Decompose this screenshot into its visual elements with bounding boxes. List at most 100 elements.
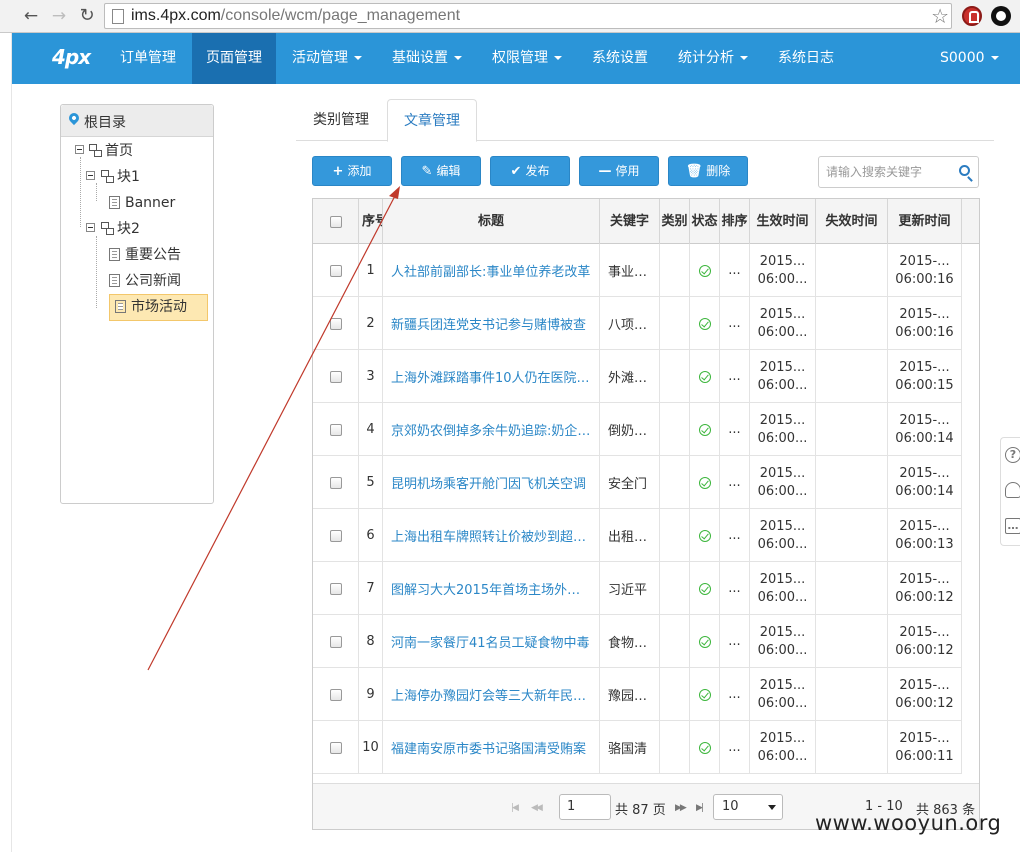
tree-node-block2[interactable]: 块2 (101, 218, 140, 240)
disable-button[interactable]: — 停用 (579, 156, 659, 186)
tab-category-management[interactable]: 类别管理 (297, 99, 385, 141)
last-page-icon[interactable]: ▶| (696, 803, 704, 813)
row-checkbox[interactable] (329, 370, 342, 383)
row-checkbox[interactable] (329, 582, 342, 595)
col-header-effective-time[interactable]: 生效时间 (750, 199, 816, 244)
support-agent-icon[interactable] (1005, 482, 1020, 498)
bookmark-star-icon[interactable]: ☆ (931, 5, 949, 27)
tree-node-home[interactable]: 首页 (89, 140, 133, 162)
row-checkbox[interactable] (329, 529, 342, 542)
address-bar[interactable]: ims.4px.com/console/wcm/page_management … (104, 3, 952, 29)
next-page-icon[interactable]: ▶▶ (675, 803, 687, 813)
row-checkbox[interactable] (329, 688, 342, 701)
table-row[interactable]: 4 京郊奶农倒掉多余牛奶追踪:奶企拒收 倒奶事件... 2015... 06:00...… (313, 403, 962, 456)
row-checkbox-cell[interactable] (313, 721, 359, 774)
location-pin-icon (66, 110, 82, 126)
checkmark-icon: ✔ (510, 164, 522, 179)
col-header-update-time[interactable]: 更新时间 (888, 199, 962, 244)
brand-logo[interactable]: 4px (52, 45, 91, 69)
table-row[interactable]: 2 新疆兵团连党支书记参与赌博被查 八项规定... 2015... 06:00... 20… (313, 297, 962, 350)
row-title-link[interactable]: 河南一家餐厅41名员工疑食物中毒 (383, 615, 600, 668)
page-number-input[interactable]: 1 (559, 794, 611, 820)
col-header-expire-time[interactable]: 失效时间 (816, 199, 888, 244)
publish-button[interactable]: ✔ 发布 (490, 156, 570, 186)
table-row[interactable]: 9 上海停办豫园灯会等三大新年民俗活动 豫园灯会... 2015... 06:00...… (313, 668, 962, 721)
nav-item-pages[interactable]: 页面管理 (192, 33, 276, 84)
row-checkbox-cell[interactable] (313, 509, 359, 562)
tree-node-company-news[interactable]: 公司新闻 (109, 270, 181, 292)
nav-item-system-log[interactable]: 系统日志 (764, 33, 848, 84)
row-title-link[interactable]: 福建南安原市委书记骆国清受贿案 (383, 721, 600, 774)
row-checkbox-cell[interactable] (313, 297, 359, 350)
collapse-toggle-icon[interactable] (75, 145, 84, 154)
table-row[interactable]: 8 河南一家餐厅41名员工疑食物中毒 食物中毒... 2015... 06:00... 2… (313, 615, 962, 668)
row-checkbox-cell[interactable] (313, 244, 359, 297)
tree-node-announcements[interactable]: 重要公告 (109, 244, 181, 266)
row-title-link[interactable]: 人社部前副部长:事业单位养老改革 (383, 244, 600, 297)
tree-node-block1[interactable]: 块1 (101, 166, 140, 188)
delete-button[interactable]: 🗑 删除 (668, 156, 748, 186)
page-size-select[interactable]: 10 (713, 794, 783, 820)
col-header-title[interactable]: 标题 (383, 199, 600, 244)
row-checkbox[interactable] (329, 317, 342, 330)
row-checkbox[interactable] (329, 741, 342, 754)
row-checkbox[interactable] (329, 635, 342, 648)
nav-item-permissions[interactable]: 权限管理 (478, 33, 576, 84)
forward-arrow-icon[interactable]: → (48, 5, 70, 27)
row-checkbox-cell[interactable] (313, 615, 359, 668)
help-icon[interactable]: ? (1005, 447, 1020, 463)
row-title-link[interactable]: 上海出租车牌照转让价被炒到超百万 (383, 509, 600, 562)
first-page-icon[interactable]: |◀ (511, 803, 519, 813)
row-title-link[interactable]: 新疆兵团连党支书记参与赌博被查 (383, 297, 600, 350)
select-all-checkbox-cell[interactable] (313, 199, 359, 244)
row-title-link[interactable]: 上海外滩踩踏事件10人仍在医院治疗 (383, 350, 600, 403)
add-button[interactable]: + 添加 (312, 156, 392, 186)
nav-item-activities[interactable]: 活动管理 (278, 33, 376, 84)
back-arrow-icon[interactable]: ← (20, 5, 42, 27)
nav-item-statistics[interactable]: 统计分析 (664, 33, 762, 84)
table-row[interactable]: 5 昆明机场乘客开舱门因飞机关空调 安全门... 2015... 06:00... 201… (313, 456, 962, 509)
row-checkbox-cell[interactable] (313, 456, 359, 509)
extension-lock-icon[interactable] (962, 6, 982, 26)
row-title-link[interactable]: 上海停办豫园灯会等三大新年民俗活动 (383, 668, 600, 721)
row-checkbox-cell[interactable] (313, 562, 359, 615)
row-title-link[interactable]: 昆明机场乘客开舱门因飞机关空调 (383, 456, 600, 509)
collapse-toggle-icon[interactable] (86, 171, 95, 180)
tree-node-marketing[interactable]: 市场活动 (109, 294, 208, 321)
col-header-sort[interactable]: 排序 (720, 199, 750, 244)
search-input[interactable] (820, 158, 950, 186)
tree-node-banner[interactable]: Banner (109, 192, 175, 214)
col-header-category[interactable]: 类别 (660, 199, 690, 244)
prev-page-icon[interactable]: ◀◀ (531, 803, 543, 813)
row-checkbox-cell[interactable] (313, 403, 359, 456)
row-checkbox-cell[interactable] (313, 350, 359, 403)
feedback-chat-icon[interactable]: … (1005, 518, 1020, 534)
edit-button[interactable]: ✎ 编辑 (401, 156, 481, 186)
extension-circle-icon[interactable] (991, 6, 1011, 26)
table-row[interactable]: 1 人社部前副部长:事业单位养老改革 事业单位... 2015... 06:00... 2… (313, 244, 962, 297)
row-checkbox[interactable] (329, 476, 342, 489)
table-row[interactable]: 3 上海外滩踩踏事件10人仍在医院治疗 外滩踩踏... 2015... 06:00...… (313, 350, 962, 403)
table-row[interactable]: 7 图解习大大2015年首场主场外交活动 习近平... 2015... 06:00...… (313, 562, 962, 615)
collapse-toggle-icon[interactable] (86, 223, 95, 232)
tab-article-management[interactable]: 文章管理 (387, 99, 477, 142)
tree-root-label[interactable]: 根目录 (84, 112, 126, 132)
nav-item-orders[interactable]: 订单管理 (106, 33, 190, 84)
col-header-status[interactable]: 状态 (690, 199, 720, 244)
nav-item-basic-settings[interactable]: 基础设置 (378, 33, 476, 84)
nav-item-system-settings[interactable]: 系统设置 (578, 33, 662, 84)
row-checkbox[interactable] (329, 423, 342, 436)
row-title-link[interactable]: 图解习大大2015年首场主场外交活动 (383, 562, 600, 615)
user-menu[interactable]: S0000 (926, 33, 1013, 84)
col-header-no[interactable]: 序号 (359, 199, 383, 244)
select-all-checkbox[interactable] (329, 215, 342, 228)
search-icon[interactable] (959, 165, 970, 176)
row-checkbox-cell[interactable] (313, 668, 359, 721)
row-title-link[interactable]: 京郊奶农倒掉多余牛奶追踪:奶企拒收 (383, 403, 600, 456)
table-row[interactable]: 6上海出租车牌照转让价被炒到超百万出租车牌照...2015...06:00...… (313, 509, 962, 562)
row-checkbox[interactable] (329, 264, 342, 277)
table-row[interactable]: 10 福建南安原市委书记骆国清受贿案 骆国清... 2015... 06:00... 20… (313, 721, 962, 774)
reload-icon[interactable]: ↻ (76, 5, 98, 27)
row-effective-time: 2015... 06:00... (750, 403, 816, 456)
col-header-keyword[interactable]: 关键字 (600, 199, 660, 244)
